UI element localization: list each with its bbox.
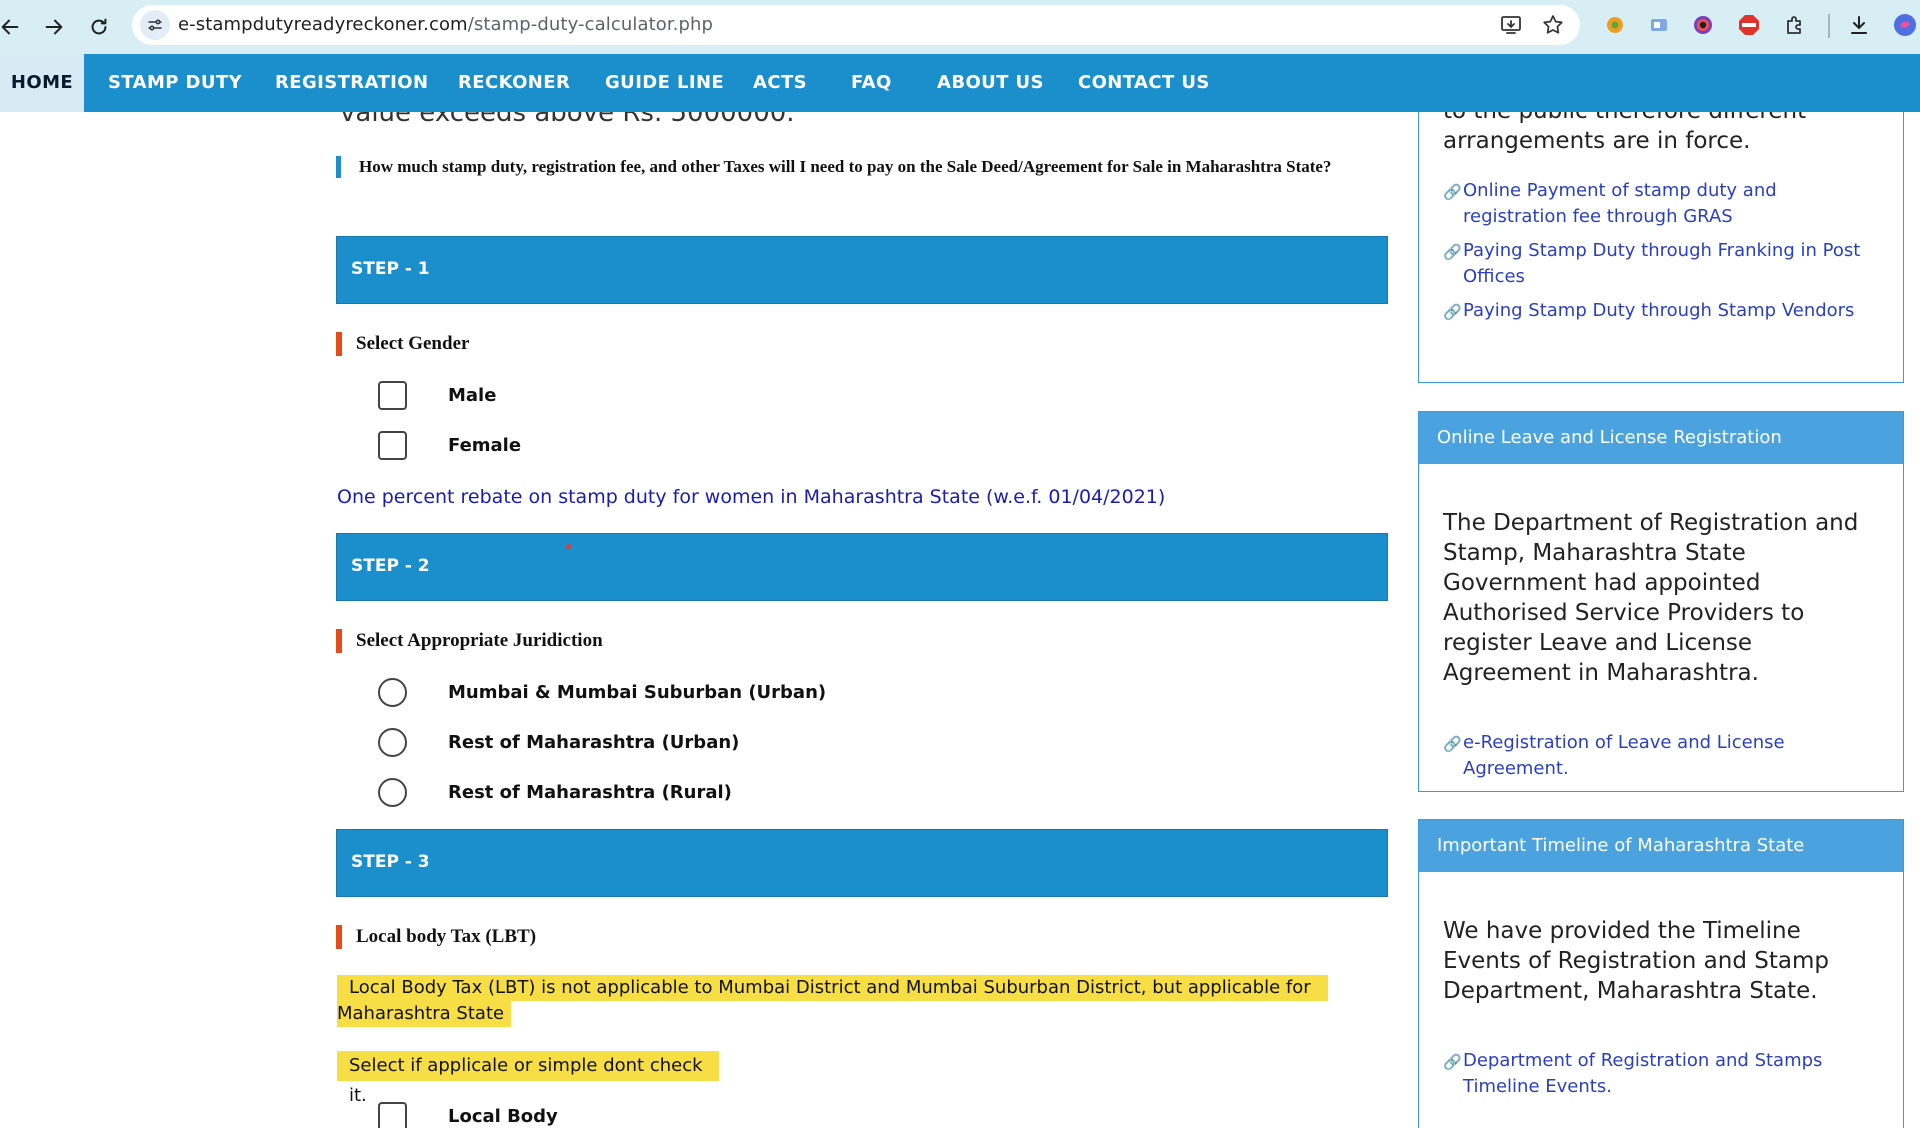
mumbai-urban-label[interactable]: Mumbai & Mumbai Suburban (Urban) — [448, 682, 826, 703]
calculator-form: value exceeds above Rs. 5000000. How muc… — [0, 112, 1410, 1128]
site-navigation: HOME STAMP DUTY REGISTRATION RECKONER GU… — [0, 54, 1920, 112]
lbt-heading: Local body Tax (LBT) — [336, 925, 536, 949]
select-gender-heading: Select Gender — [336, 332, 469, 356]
extension-orange-icon[interactable] — [1602, 12, 1628, 38]
nav-guide-line[interactable]: GUIDE LINE — [605, 54, 724, 112]
leave-license-title: Online Leave and License Registration — [1419, 412, 1903, 464]
extension-blue-icon[interactable] — [1646, 12, 1672, 38]
payment-methods-box: to the public therefore different arrang… — [1418, 112, 1904, 383]
leave-license-link-text[interactable]: e-Registration of Leave and License Agre… — [1463, 730, 1879, 782]
stamp-vendors-link-text[interactable]: Paying Stamp Duty through Stamp Vendors — [1463, 298, 1854, 325]
leave-license-box: Online Leave and License Registration Th… — [1418, 411, 1904, 792]
franking-link[interactable]: 🔗 Paying Stamp Duty through Franking in … — [1443, 238, 1879, 290]
nav-about-us[interactable]: ABOUT US — [937, 54, 1044, 112]
step-1-title: STEP - 1 — [351, 259, 430, 279]
url-path: /stamp-duty-calculator.php — [467, 14, 714, 35]
forward-icon[interactable] — [36, 9, 72, 45]
step-2-title: STEP - 2 — [351, 556, 430, 576]
step-3-title: STEP - 3 — [351, 852, 430, 872]
nav-registration[interactable]: REGISTRATION — [275, 54, 428, 112]
nav-home[interactable]: HOME — [0, 54, 84, 112]
timeline-link-text[interactable]: Department of Registration and Stamps Ti… — [1463, 1048, 1879, 1100]
select-jurisdiction-heading: Select Appropriate Juridiction — [336, 629, 603, 653]
red-dot — [566, 544, 571, 549]
link-icon: 🔗 — [1443, 303, 1462, 321]
install-app-icon[interactable] — [1498, 12, 1524, 38]
step-3-bar: STEP - 3 — [336, 829, 1388, 897]
timeline-title: Important Timeline of Maharashtra State — [1419, 820, 1903, 872]
payment-text-line2: arrangements are in force. — [1443, 128, 1751, 154]
nav-stamp-duty[interactable]: STAMP DUTY — [108, 54, 242, 112]
reload-icon[interactable] — [81, 9, 117, 45]
local-body-checkbox[interactable] — [378, 1102, 407, 1128]
download-icon[interactable] — [1846, 12, 1872, 38]
gras-payment-link-text[interactable]: Online Payment of stamp duty and registr… — [1463, 178, 1879, 230]
timeline-box: Important Timeline of Maharashtra State … — [1418, 819, 1904, 1128]
nav-contact-us[interactable]: CONTACT US — [1078, 54, 1210, 112]
browser-toolbar: e-stampdutyreadyreckoner.com/stamp-duty-… — [0, 0, 1920, 54]
stamp-vendors-link[interactable]: 🔗 Paying Stamp Duty through Stamp Vendor… — [1443, 298, 1879, 325]
rest-urban-label[interactable]: Rest of Maharashtra (Urban) — [448, 732, 739, 753]
step-1-bar: STEP - 1 — [336, 236, 1388, 304]
url-host: e-stampdutyreadyreckoner.com — [178, 14, 468, 35]
toolbar-divider — [1828, 14, 1830, 38]
extension-record-icon[interactable] — [1690, 12, 1716, 38]
nav-faq[interactable]: FAQ — [851, 54, 892, 112]
site-info-icon[interactable] — [140, 10, 170, 40]
url-text[interactable]: e-stampdutyreadyreckoner.com/stamp-duty-… — [178, 14, 713, 35]
profile-avatar-icon[interactable] — [1892, 12, 1918, 38]
rest-urban-radio[interactable] — [378, 728, 407, 757]
sidebar: to the public therefore different arrang… — [1410, 112, 1920, 1128]
local-body-label[interactable]: Local Body — [448, 1106, 558, 1127]
male-checkbox[interactable] — [378, 381, 407, 410]
link-icon: 🔗 — [1443, 243, 1462, 261]
female-checkbox[interactable] — [378, 431, 407, 460]
link-icon: 🔗 — [1443, 183, 1462, 201]
clipped-text: value exceeds above Rs. 5000000. — [340, 112, 795, 128]
payment-text-line1: to the public therefore different — [1443, 112, 1879, 126]
gras-payment-link[interactable]: 🔗 Online Payment of stamp duty and regis… — [1443, 178, 1879, 230]
bookmark-star-icon[interactable] — [1540, 12, 1566, 38]
link-icon: 🔗 — [1443, 1053, 1462, 1071]
male-label[interactable]: Male — [448, 385, 496, 406]
franking-link-text[interactable]: Paying Stamp Duty through Franking in Po… — [1463, 238, 1879, 290]
rest-rural-label[interactable]: Rest of Maharashtra (Rural) — [448, 782, 732, 803]
nav-acts[interactable]: ACTS — [753, 54, 807, 112]
rest-rural-radio[interactable] — [378, 778, 407, 807]
leave-license-link[interactable]: 🔗 e-Registration of Leave and License Ag… — [1443, 730, 1879, 782]
mumbai-urban-radio[interactable] — [378, 678, 407, 707]
lbt-hint: Select if applicale or simple dont check… — [337, 1051, 719, 1106]
lbt-note-line2: Maharashtra State — [337, 1001, 511, 1027]
back-icon[interactable] — [0, 9, 28, 45]
link-icon: 🔗 — [1443, 735, 1462, 753]
extensions-puzzle-icon[interactable] — [1782, 12, 1808, 38]
timeline-link[interactable]: 🔗 Department of Registration and Stamps … — [1443, 1048, 1879, 1100]
lbt-note-line1: Local Body Tax (LBT) is not applicable t… — [337, 975, 1328, 1024]
nav-reckoner[interactable]: RECKONER — [458, 54, 570, 112]
female-label[interactable]: Female — [448, 435, 521, 456]
women-rebate-link[interactable]: One percent rebate on stamp duty for wom… — [337, 486, 1165, 508]
step-2-bar: STEP - 2 — [336, 533, 1388, 601]
leave-license-text: The Department of Registration and Stamp… — [1443, 510, 1859, 686]
adblock-icon[interactable] — [1736, 12, 1762, 38]
timeline-text: We have provided the Timeline Events of … — [1443, 918, 1829, 1004]
question-heading: How much stamp duty, registration fee, a… — [336, 156, 1386, 178]
